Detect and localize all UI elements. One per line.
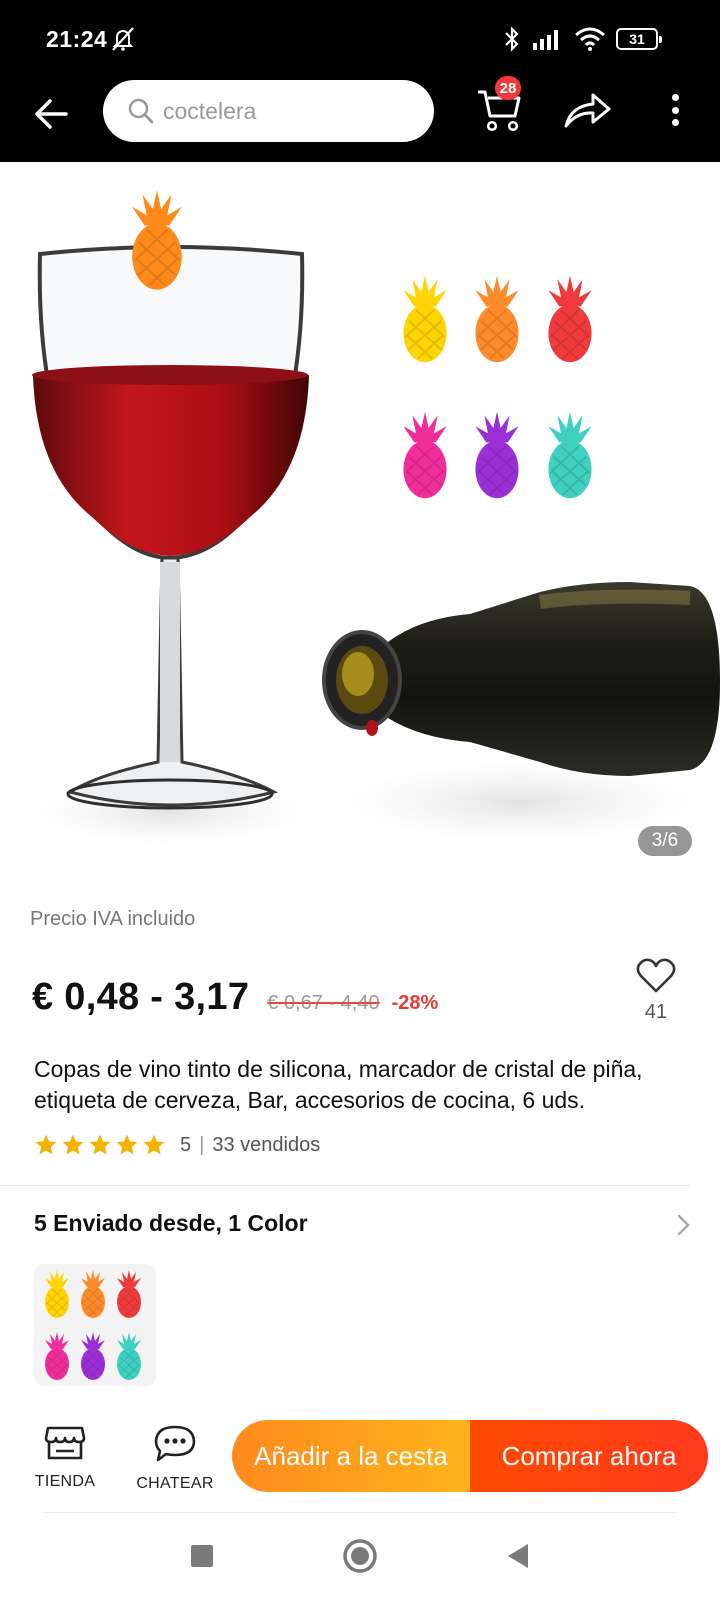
search-bar[interactable]	[103, 80, 434, 142]
square-icon	[191, 1545, 213, 1567]
chat-button[interactable]: CHATEAR	[130, 1424, 220, 1504]
variant-thumbnail[interactable]	[34, 1264, 156, 1386]
system-nav-bar	[0, 1514, 720, 1600]
bluetooth-icon	[505, 26, 519, 52]
star-icon	[35, 1134, 57, 1155]
star-icon	[89, 1134, 111, 1155]
star-icon	[62, 1134, 84, 1155]
variant-thumbnail-image	[44, 1269, 142, 1381]
rating-value: 5	[180, 1133, 192, 1156]
product-title: Copas de vino tinto de silicona, marcado…	[34, 1056, 643, 1113]
product-illustration	[0, 189, 720, 852]
buy-now-button[interactable]: Comprar ahora	[470, 1420, 708, 1492]
back-nav-button[interactable]	[496, 1534, 540, 1578]
battery-level: 31	[629, 31, 645, 47]
wishlist-count: 41	[644, 1001, 668, 1023]
chat-icon	[154, 1425, 196, 1462]
chevron-right-icon	[677, 1214, 690, 1236]
wifi-icon	[575, 27, 605, 51]
store-icon	[44, 1426, 86, 1460]
divider	[0, 1185, 690, 1186]
status-bar: 21:24 31	[0, 0, 720, 78]
store-label: TIENDA	[34, 1473, 96, 1490]
price-row: € 0,48 - 3,17 € 0,67 - 4,40 -28%	[32, 976, 438, 1019]
recents-button[interactable]	[180, 1534, 224, 1578]
price-original: € 0,67 - 4,40	[267, 992, 380, 1014]
add-to-cart-button[interactable]: Añadir a la cesta	[232, 1420, 470, 1492]
variant-title: 5 Enviado desde, 1 Color	[34, 1210, 308, 1236]
mute-bell-icon	[112, 27, 134, 51]
rating-row: 5 | 33 vendidos	[34, 1133, 320, 1157]
home-circle-icon	[343, 1539, 377, 1573]
product-image[interactable]	[0, 162, 720, 882]
search-icon	[128, 98, 154, 124]
more-options-icon[interactable]	[660, 88, 690, 132]
heart-icon	[636, 958, 676, 993]
top-nav: 28	[0, 76, 720, 162]
home-button[interactable]	[338, 1534, 382, 1578]
rating-separator: |	[199, 1133, 205, 1156]
vat-label: Precio IVA incluido	[30, 908, 196, 930]
rating-stars	[34, 1133, 166, 1157]
battery-icon: 31	[616, 28, 662, 50]
status-time: 21:24	[46, 26, 108, 52]
star-icon	[116, 1134, 138, 1155]
status-icons: 31	[502, 24, 662, 54]
triangle-back-icon	[508, 1544, 528, 1568]
share-icon[interactable]	[563, 90, 613, 130]
bottom-divider	[44, 1512, 676, 1513]
purchase-buttons: Añadir a la cesta Comprar ahora	[232, 1420, 708, 1492]
wishlist-button[interactable]: 41	[630, 958, 682, 1034]
price-current: € 0,48 - 3,17	[32, 976, 250, 1018]
chat-label: CHATEAR	[136, 1475, 214, 1492]
bottom-action-bar: TIENDA CHATEAR Añadir a la cesta Comprar…	[0, 1414, 720, 1514]
image-counter: 3/6	[638, 826, 692, 856]
sold-count: 33 vendidos	[212, 1133, 321, 1156]
star-icon	[143, 1134, 165, 1155]
discount-badge: -28%	[391, 992, 439, 1014]
signal-icon	[533, 30, 558, 50]
cart-badge: 28	[495, 76, 521, 100]
variant-selector[interactable]: 5 Enviado desde, 1 Color	[34, 1210, 694, 1250]
search-input[interactable]	[163, 97, 403, 125]
back-arrow-icon[interactable]	[30, 92, 74, 136]
store-button[interactable]: TIENDA	[20, 1424, 110, 1504]
